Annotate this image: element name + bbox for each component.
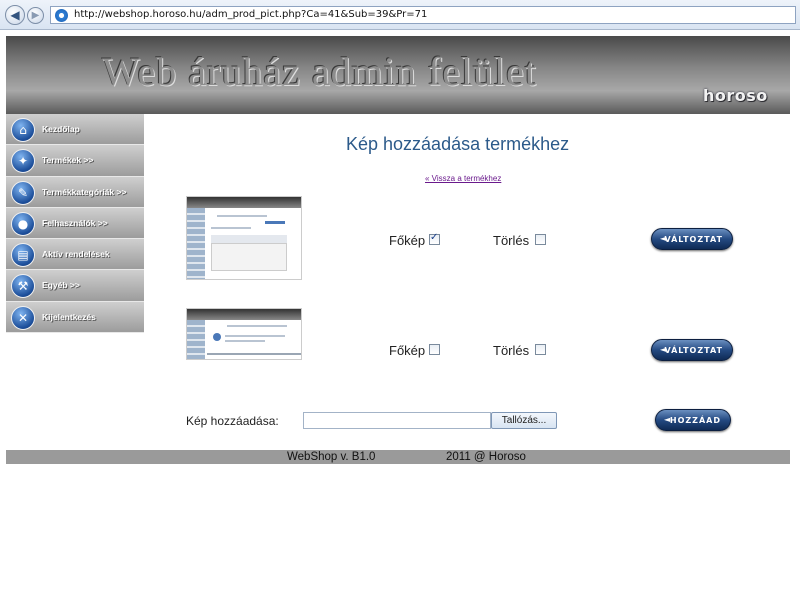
change-button-label: VÁLTOZTAT [664,235,723,244]
main-picture-label: Főkép [389,233,426,248]
page-title: Kép hozzáadása termékhez [346,134,570,154]
sidebar-item-active-orders[interactable]: ▤ Aktív rendelések [6,239,144,271]
home-icon: ⌂ [11,118,35,142]
delete-label: Törlés [493,343,530,358]
add-button[interactable]: ◄ HOZZÁAD [655,409,731,431]
sidebar-item-label: Egyéb >> [42,280,80,291]
sidebar-item-label: Aktív rendelések [42,249,110,260]
cart-icon: ▤ [11,243,35,268]
file-path-input[interactable] [303,412,491,429]
footer-version: WebShop v. B1.0 [287,451,376,463]
url-text: http://webshop.horoso.hu/adm_prod_pict.p… [74,9,428,20]
change-button[interactable]: ◄ VÁLTOZTAT [651,228,733,250]
lightbulb-icon: ✦ [11,149,35,174]
sidebar-menu: ⌂ Kezdőlap ✦ Termékek >> ✎ Termékkategór… [6,114,144,334]
back-arrow-icon[interactable]: ◀ [5,5,25,25]
sidebar-item-label: Felhasználók >> [42,217,108,228]
browse-button[interactable]: Tallózás... [491,412,557,429]
header-banner: Web áruház admin felület horoso [6,36,790,114]
delete-label: Törlés [493,233,530,248]
brand-logo: horoso [703,86,768,105]
add-button-label: HOZZÁAD [669,416,721,425]
sidebar-item-home[interactable]: ⌂ Kezdőlap [6,114,144,146]
change-button[interactable]: ◄ VÁLTOZTAT [651,339,733,361]
sidebar-item-label: Termékek >> [42,155,94,166]
sidebar-item-other[interactable]: ⚒ Egyéb >> [6,270,144,302]
product-thumbnail [186,196,302,280]
sidebar-item-logout[interactable]: ✕ Kijelentkezés [6,301,144,334]
address-bar[interactable]: http://webshop.horoso.hu/adm_prod_pict.p… [50,6,796,24]
main-picture-label: Főkép [389,343,426,358]
sidebar-item-products[interactable]: ✦ Termékek >> [6,145,144,177]
sidebar-item-label: Kijelentkezés [42,311,96,322]
pen-icon: ✎ [11,180,35,205]
back-to-product-link[interactable]: « Vissza a termékhez [425,174,501,183]
delete-checkbox[interactable] [535,344,546,355]
product-thumbnail [186,308,302,360]
main-picture-checkbox[interactable] [429,344,440,355]
close-icon: ✕ [11,305,35,330]
sidebar-item-categories[interactable]: ✎ Termékkategóriák >> [6,176,144,208]
browser-toolbar: ◀ ▶ http://webshop.horoso.hu/adm_prod_pi… [0,0,800,30]
change-button-label: VÁLTOZTAT [664,346,723,355]
wrench-icon: ⚒ [11,274,35,299]
sidebar-item-users[interactable]: ● Felhasználók >> [6,207,144,240]
delete-checkbox[interactable] [535,234,546,245]
site-title: Web áruház admin felület [102,49,538,94]
main-picture-checkbox[interactable] [429,232,440,245]
footer-bar: WebShop v. B1.0 2011 @ Horoso [6,450,790,464]
footer-copyright: 2011 @ Horoso [446,451,526,463]
sidebar-item-label: Termékkategóriák >> [42,186,127,197]
sidebar-item-label: Kezdőlap [42,124,80,134]
user-icon: ● [11,211,35,236]
browser-page-icon [55,9,68,22]
forward-arrow-icon[interactable]: ▶ [27,7,44,24]
add-picture-label: Kép hozzáadása: [186,414,279,428]
